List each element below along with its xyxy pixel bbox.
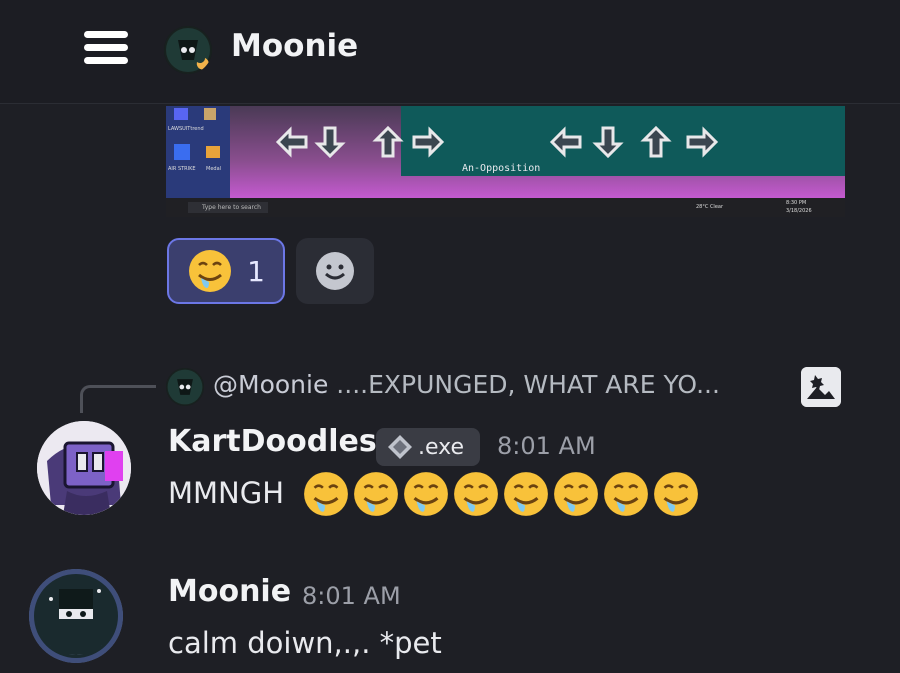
song-label: An-Opposition <box>462 163 541 174</box>
taskbar-clock: 8:30 PM 3/18/2026 <box>786 199 812 215</box>
reaction-count: 1 <box>247 254 265 288</box>
down-arrow-icon <box>314 126 346 159</box>
message-timestamp: 8:01 AM <box>302 582 401 610</box>
left-arrow-icon <box>275 126 308 158</box>
clock-time: 8:30 PM <box>786 200 807 206</box>
add-reaction-icon <box>316 252 354 290</box>
attachment-image[interactable]: LAWSUITtrend AIR STRIKE Medal An-Opposit… <box>166 106 845 217</box>
avatar-moonie[interactable] <box>29 569 123 663</box>
reaction-drooling-face[interactable]: 1 <box>167 238 285 304</box>
svg-text:Medal: Medal <box>206 166 221 172</box>
taskbar-weather: 28°C Clear <box>696 204 724 210</box>
drooling-face-icon <box>304 472 348 516</box>
author-name[interactable]: KartDoodles <box>168 424 377 459</box>
user-tag-text: .exe <box>418 434 465 460</box>
diamond-tag-icon <box>388 435 412 459</box>
drooling-face-icon <box>654 472 698 516</box>
drooling-face-icon <box>454 472 498 516</box>
up-arrow-icon <box>640 125 672 158</box>
author-name[interactable]: Moonie <box>168 574 291 609</box>
channel-avatar[interactable] <box>164 26 212 74</box>
hamburger-menu-icon[interactable] <box>84 31 128 65</box>
channel-title: Moonie <box>231 28 359 64</box>
drooling-face-icon <box>504 472 548 516</box>
message-text: MMNGH <box>168 476 285 510</box>
down-arrow-icon <box>592 126 624 159</box>
svg-text:AIR STRIKE: AIR STRIKE <box>168 166 196 172</box>
reply-connector <box>80 385 156 413</box>
channel-header: Moonie <box>0 0 900 104</box>
reply-preview[interactable]: @Moonie ....EXPUNGED, WHAT ARE YO... <box>213 370 720 399</box>
message-timestamp: 8:01 AM <box>497 432 596 460</box>
drooling-face-icon <box>404 472 448 516</box>
drooling-face-icon <box>604 472 648 516</box>
reply-avatar <box>166 368 204 406</box>
drooling-face-icon <box>189 250 232 292</box>
user-tag[interactable]: .exe <box>376 428 480 466</box>
clock-date: 3/18/2026 <box>786 208 812 214</box>
message-emoji-row <box>302 470 702 518</box>
drooling-face-icon <box>554 472 598 516</box>
image-icon <box>801 367 841 407</box>
right-arrow-icon <box>686 126 719 158</box>
add-reaction-button[interactable] <box>296 238 374 304</box>
reply-mention[interactable]: @Moonie <box>213 370 328 399</box>
drooling-face-icon <box>354 472 398 516</box>
reply-content: ....EXPUNGED, WHAT ARE YO... <box>336 370 720 399</box>
left-arrow-icon <box>549 126 582 158</box>
up-arrow-icon <box>372 125 404 158</box>
desktop-icons-panel: LAWSUITtrend AIR STRIKE Medal <box>166 106 230 198</box>
message-text: calm doiwn,.,. *pet <box>168 626 442 660</box>
svg-text:LAWSUITtrend: LAWSUITtrend <box>168 126 204 132</box>
taskbar-search: Type here to search <box>188 202 268 213</box>
avatar-kartdoodles[interactable] <box>37 421 131 515</box>
right-arrow-icon <box>412 126 445 158</box>
